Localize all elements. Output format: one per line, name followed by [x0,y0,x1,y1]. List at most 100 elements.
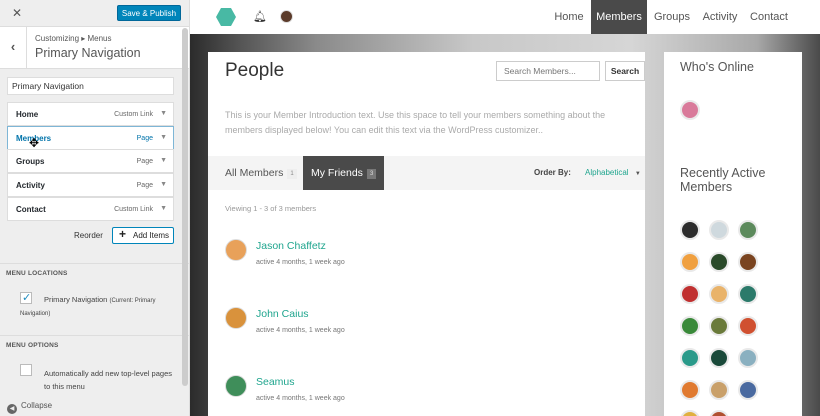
avatar[interactable] [709,284,729,304]
add-items-button[interactable]: + Add Items [112,227,174,244]
avatar[interactable] [225,239,247,261]
member-activity: active 4 months, 1 week ago [256,259,345,266]
plus-icon: + [119,227,127,241]
nav-members[interactable]: Members [591,0,647,34]
avatar[interactable] [709,410,729,416]
menu-item-type: Custom Link [114,111,153,118]
triangle-down-icon[interactable]: ▼ [160,110,167,117]
nav-groups[interactable]: Groups [649,0,695,34]
list-item: Jason Chaffetz active 4 months, 1 week a… [225,239,625,279]
menu-item-type: Page [136,182,153,189]
avatar[interactable] [280,10,293,23]
avatar[interactable] [680,252,700,272]
main-content: People Search Members... Search This is … [208,52,645,416]
auto-add-label: Automatically add new top-level pages to… [44,369,172,391]
menu-item-type: Page [136,135,153,142]
search-input[interactable]: Search Members... [496,61,600,81]
menu-item-type: Custom Link [114,206,153,213]
avatar[interactable] [709,220,729,240]
avatar[interactable] [709,316,729,336]
page-title: People [225,60,285,81]
avatar[interactable] [738,316,758,336]
bell-icon[interactable]: 🔔︎ [253,10,267,23]
add-items-label: Add Items [133,231,170,240]
triangle-down-icon[interactable]: ▼ [160,181,167,188]
count-badge: 3 [366,169,377,179]
viewing-count: Viewing 1 - 3 of 3 members [225,204,317,213]
scrollbar[interactable] [182,28,188,386]
site-preview: 🔔︎ Home Members Groups Activity Contact … [190,0,820,416]
panel-header: ‹ Customizing ▸ Menus Primary Navigation [0,27,189,69]
menu-item-label: Home [16,110,39,119]
collapse-label: Collapse [21,401,53,410]
menu-item-groups[interactable]: Groups Page ▼ [7,149,174,173]
menu-item-label: Activity [16,181,45,190]
reorder-link[interactable]: Reorder [74,231,103,240]
avatar[interactable] [738,220,758,240]
whos-online-title: Who's Online [680,60,754,74]
customizer-topbar: ✕ Save & Publish [0,0,189,27]
menu-item-label: Groups [16,157,45,166]
search-button[interactable]: Search [605,61,645,81]
avatar[interactable] [680,284,700,304]
menu-item-type: Page [136,158,153,165]
menu-item-contact[interactable]: Contact Custom Link ▼ [7,197,174,221]
avatar[interactable] [680,348,700,368]
location-label: Primary Navigation (Current: Primary Nav… [20,294,180,320]
tab-my-friends[interactable]: My Friends 3 [303,156,385,190]
avatar[interactable] [680,410,700,416]
intro-text: This is your Member Introduction text. U… [225,110,606,135]
customizer-panel: ✕ Save & Publish ‹ Customizing ▸ Menus P… [0,0,190,416]
avatar[interactable] [225,307,247,329]
count-badge: 1 [287,169,297,179]
nav-contact[interactable]: Contact [746,0,792,34]
avatar[interactable] [738,284,758,304]
triangle-down-icon[interactable]: ▼ [160,205,167,212]
avatar[interactable] [680,100,700,120]
tab-all-members[interactable]: All Members 1 [208,156,297,190]
avatar[interactable] [738,252,758,272]
collapse-button[interactable]: ◀ Collapse [7,401,52,414]
avatar[interactable] [680,316,700,336]
menu-locations-heading: MENU LOCATIONS [0,263,189,283]
breadcrumb: Customizing ▸ Menus [35,34,112,43]
move-cursor-icon: ✥ [29,136,40,150]
member-name[interactable]: Seamus [256,376,295,388]
recently-active-title: Recently Active Members [680,166,766,194]
avatar[interactable] [225,375,247,397]
back-icon[interactable]: ‹ [0,27,27,69]
menu-item-activity[interactable]: Activity Page ▼ [7,173,174,197]
nav-home[interactable]: Home [549,0,589,34]
member-activity: active 4 months, 1 week ago [256,395,345,402]
triangle-down-icon: ▼ [634,171,641,177]
triangle-down-icon[interactable]: ▼ [160,134,167,141]
avatar[interactable] [709,348,729,368]
site-logo[interactable] [216,8,236,26]
avatar[interactable] [709,252,729,272]
member-name[interactable]: John Caius [256,308,309,320]
close-icon[interactable]: ✕ [12,6,22,20]
avatar[interactable] [680,380,700,400]
triangle-down-icon[interactable]: ▼ [160,157,167,164]
member-tabs: All Members 1 My Friends 3 [208,156,645,190]
menu-name-input[interactable]: Primary Navigation [7,77,174,95]
location-name: Primary Navigation [44,295,108,304]
menu-options-heading: MENU OPTIONS [0,335,189,355]
collapse-icon: ◀ [7,404,17,414]
menu-item-label: Contact [16,205,46,214]
avatar[interactable] [738,348,758,368]
avatar[interactable] [680,220,700,240]
save-publish-button[interactable]: Save & Publish [117,5,181,21]
member-activity: active 4 months, 1 week ago [256,327,345,334]
menu-item-home[interactable]: Home Custom Link ▼ [7,102,174,126]
avatar[interactable] [738,380,758,400]
nav-activity[interactable]: Activity [700,0,740,34]
order-by-select[interactable]: Alphabetical ▼ [585,168,641,177]
sidebar: Who's Online Recently Active Members [664,52,802,416]
panel-title: Primary Navigation [35,46,141,60]
order-by-label: Order By: [534,168,571,177]
member-name[interactable]: Jason Chaffetz [256,240,326,252]
list-item: Seamus active 4 months, 1 week ago [225,375,625,415]
avatar[interactable] [709,380,729,400]
list-item: John Caius active 4 months, 1 week ago [225,307,625,347]
